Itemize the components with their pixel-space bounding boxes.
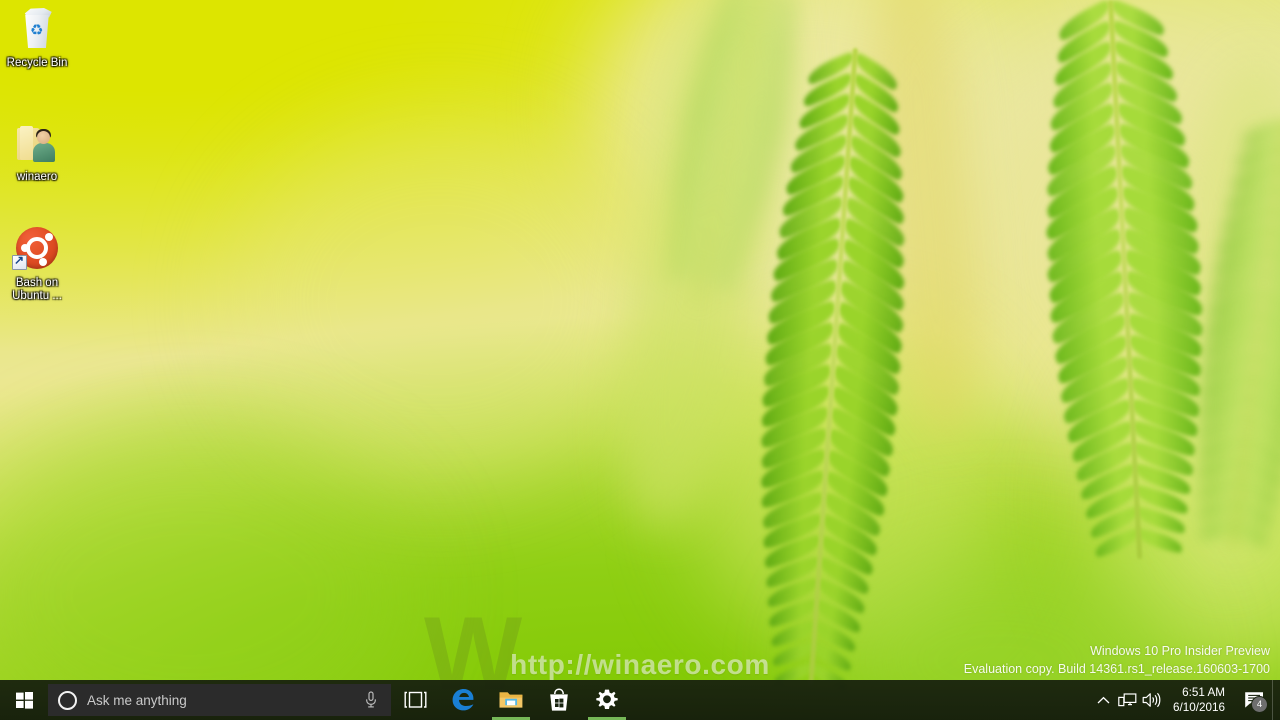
desktop-icon-winaero[interactable]: winaero bbox=[0, 120, 74, 184]
edge-icon bbox=[452, 689, 474, 711]
file-explorer-icon bbox=[499, 692, 523, 708]
desktop-icon-recycle-bin[interactable]: ♻ Recycle Bin bbox=[0, 6, 74, 70]
chevron-up-icon bbox=[1097, 696, 1109, 703]
fern-leaflet bbox=[673, 151, 730, 176]
ubuntu-icon bbox=[12, 226, 61, 274]
cortana-ring-icon[interactable] bbox=[58, 690, 77, 710]
fern-frond-right bbox=[1010, 0, 1239, 564]
user-folder-icon bbox=[13, 120, 61, 168]
network-monitor-icon bbox=[1117, 693, 1136, 707]
recycle-bin-icon: ♻ bbox=[13, 6, 61, 54]
desktop-icon-label: winaero bbox=[16, 171, 58, 183]
windows-logo-icon bbox=[15, 691, 33, 709]
show-hidden-icons-button[interactable] bbox=[1091, 680, 1115, 720]
search-placeholder-text: Ask me anything bbox=[87, 692, 187, 708]
desktop-icon-label: Recycle Bin bbox=[6, 57, 68, 69]
desktop-icon-bash-on-ubuntu[interactable]: Bash on Ubuntu ... bbox=[0, 226, 74, 303]
start-button[interactable] bbox=[0, 680, 48, 720]
task-view-icon bbox=[404, 691, 426, 708]
network-button[interactable] bbox=[1115, 680, 1139, 720]
taskbar[interactable]: Ask me anything 6:51 AM 6/10/2016 4 bbox=[0, 680, 1280, 720]
desktop[interactable]: W http://winaero.com ♻ Recycle Bin winae… bbox=[0, 0, 1280, 720]
volume-button[interactable] bbox=[1139, 680, 1163, 720]
search-input[interactable]: Ask me anything bbox=[48, 684, 391, 716]
microphone-icon[interactable] bbox=[357, 684, 385, 716]
edge-button[interactable] bbox=[439, 680, 487, 720]
settings-button[interactable] bbox=[583, 680, 631, 720]
store-button[interactable] bbox=[535, 680, 583, 720]
speaker-icon bbox=[1142, 692, 1160, 708]
file-explorer-button[interactable] bbox=[487, 680, 535, 720]
action-center-badge: 4 bbox=[1251, 696, 1268, 713]
desktop-icon-label: Bash on Ubuntu ... bbox=[12, 277, 62, 302]
clock-time: 6:51 AM bbox=[1182, 686, 1225, 699]
system-tray[interactable]: 6:51 AM 6/10/2016 4 bbox=[1091, 680, 1280, 720]
clock-date: 6/10/2016 bbox=[1173, 701, 1225, 714]
wallpaper-fern-fronds bbox=[0, 0, 1280, 720]
task-view-button[interactable] bbox=[391, 680, 439, 720]
gear-icon bbox=[596, 689, 618, 709]
store-bag-icon bbox=[550, 688, 568, 711]
show-desktop-button[interactable] bbox=[1272, 680, 1280, 720]
clock[interactable]: 6:51 AM 6/10/2016 bbox=[1163, 680, 1236, 720]
shortcut-arrow-icon bbox=[12, 253, 27, 270]
action-center-button[interactable]: 4 bbox=[1236, 680, 1272, 720]
